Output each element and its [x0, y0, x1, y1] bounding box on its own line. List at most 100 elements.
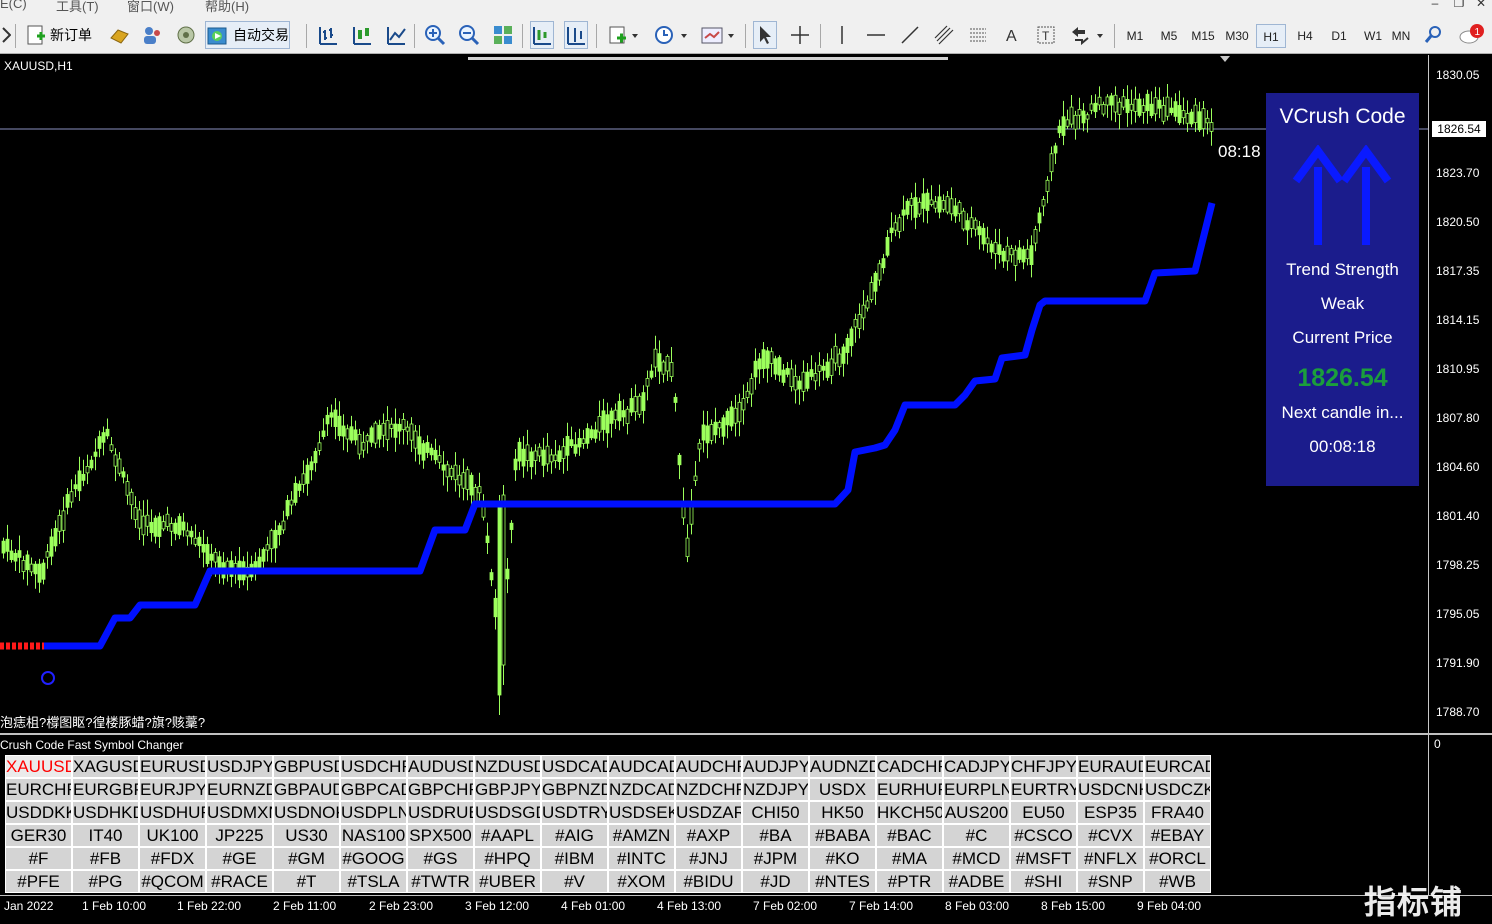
minimize-icon[interactable]: –	[1424, 0, 1446, 12]
symbol-button[interactable]: #GOOG	[340, 847, 407, 870]
symbol-button[interactable]: #PFE	[5, 870, 72, 893]
symbol-button[interactable]: USDRUB	[407, 801, 474, 824]
symbol-button[interactable]: #SNP	[1077, 870, 1144, 893]
symbol-button[interactable]: #F	[5, 847, 72, 870]
text-label-button[interactable]: T	[1034, 21, 1058, 49]
symbol-button[interactable]: SPX500	[407, 824, 474, 847]
symbol-button[interactable]: #JD	[742, 870, 809, 893]
symbol-button[interactable]: #BIDU	[675, 870, 742, 893]
symbol-button[interactable]: AUDJPY	[742, 755, 809, 778]
symbol-button[interactable]: EURTRY	[1010, 778, 1077, 801]
symbol-button[interactable]: HK50	[809, 801, 876, 824]
symbol-button[interactable]: ESP35	[1077, 801, 1144, 824]
symbol-button[interactable]: EURGBP	[72, 778, 139, 801]
symbol-button[interactable]: #ADBE	[943, 870, 1010, 893]
zoom-out-button[interactable]	[457, 21, 481, 49]
symbol-button[interactable]: #CVX	[1077, 824, 1144, 847]
symbol-button[interactable]: AUDCAD	[608, 755, 675, 778]
auto-trading-button[interactable]: 自动交易	[205, 21, 290, 49]
notifications-button[interactable]: 1	[1456, 21, 1488, 49]
menu-window[interactable]: 窗口(W)	[127, 0, 174, 15]
symbol-button[interactable]: UK100	[139, 824, 206, 847]
symbol-button[interactable]: #AMZN	[608, 824, 675, 847]
symbol-button[interactable]: AUS200	[943, 801, 1010, 824]
symbol-button[interactable]: EURCAD	[1144, 755, 1211, 778]
symbol-button[interactable]: #JPM	[742, 847, 809, 870]
symbol-button[interactable]: AUDNZD	[809, 755, 876, 778]
timeframe-m30[interactable]: M30	[1222, 24, 1252, 48]
symbol-button[interactable]: NZDCHF	[675, 778, 742, 801]
symbol-button[interactable]: US30	[273, 824, 340, 847]
symbol-button[interactable]: EURPLN	[943, 778, 1010, 801]
symbol-button[interactable]: CHI50	[742, 801, 809, 824]
symbol-button[interactable]: #V	[541, 870, 608, 893]
signals-button[interactable]	[140, 21, 164, 49]
symbol-button[interactable]: EU50	[1010, 801, 1077, 824]
symbol-button[interactable]: USDCZK	[1144, 778, 1211, 801]
arrows-button[interactable]	[1068, 21, 1106, 49]
symbol-button[interactable]: #FDX	[139, 847, 206, 870]
symbol-button[interactable]: #UBER	[474, 870, 541, 893]
symbol-button[interactable]: #KO	[809, 847, 876, 870]
symbol-button[interactable]: USDNOK	[273, 801, 340, 824]
price-chart[interactable]: XAUUSD,H1 08:18 (86%) H1 泡痣柤?橕图眍?徨楼豚蜡?旗?…	[0, 55, 1492, 733]
symbol-button[interactable]: #ORCL	[1144, 847, 1211, 870]
symbol-button[interactable]: NAS100	[340, 824, 407, 847]
symbol-button[interactable]: CADCHF	[876, 755, 943, 778]
fibonacci-button[interactable]	[966, 21, 990, 49]
symbol-button[interactable]: NZDCAD	[608, 778, 675, 801]
text-button[interactable]: A	[1000, 21, 1024, 49]
symbol-button[interactable]: #AXP	[675, 824, 742, 847]
restore-icon[interactable]: ❐	[1448, 0, 1470, 12]
symbol-button[interactable]: EURUSD	[139, 755, 206, 778]
symbol-button[interactable]: USDZAR	[675, 801, 742, 824]
equidistant-channel-button[interactable]	[932, 21, 956, 49]
symbol-button[interactable]: #INTC	[608, 847, 675, 870]
symbol-button[interactable]: #PTR	[876, 870, 943, 893]
symbol-button[interactable]: GBPCAD	[340, 778, 407, 801]
timeframe-m1[interactable]: M1	[1120, 24, 1150, 48]
symbol-button[interactable]: XAUUSD	[5, 755, 72, 778]
symbol-button[interactable]: #C	[943, 824, 1010, 847]
symbol-button[interactable]: FRA40	[1144, 801, 1211, 824]
symbol-button[interactable]: #QCOM	[139, 870, 206, 893]
vertical-line-button[interactable]	[830, 21, 854, 49]
symbol-button[interactable]: #TSLA	[340, 870, 407, 893]
terminal-button[interactable]	[174, 21, 198, 49]
symbol-button[interactable]: #NTES	[809, 870, 876, 893]
symbol-button[interactable]: #GE	[206, 847, 273, 870]
symbol-button[interactable]: USDJPY	[206, 755, 273, 778]
bar-chart-button[interactable]	[316, 21, 340, 49]
symbol-button[interactable]: USDTRY	[541, 801, 608, 824]
chart-shift-button[interactable]	[564, 21, 588, 49]
market-watch-button[interactable]	[107, 21, 131, 49]
symbol-button[interactable]: #SHI	[1010, 870, 1077, 893]
menu-help[interactable]: 帮助(H)	[205, 0, 249, 15]
symbol-button[interactable]: GBPJPY	[474, 778, 541, 801]
zoom-in-button[interactable]	[423, 21, 447, 49]
symbol-button[interactable]: AUDUSD	[407, 755, 474, 778]
arrow-icon[interactable]	[0, 21, 12, 49]
timeframe-h1[interactable]: H1	[1256, 24, 1286, 48]
timeframe-h4[interactable]: H4	[1290, 24, 1320, 48]
symbol-button[interactable]: USDHUF	[139, 801, 206, 824]
symbol-button[interactable]: #GS	[407, 847, 474, 870]
symbol-button[interactable]: USDX	[809, 778, 876, 801]
symbol-button[interactable]: #CSCO	[1010, 824, 1077, 847]
symbol-button[interactable]: #MCD	[943, 847, 1010, 870]
symbol-button[interactable]: #NFLX	[1077, 847, 1144, 870]
symbol-button[interactable]: #AAPL	[474, 824, 541, 847]
symbol-button[interactable]: #MSFT	[1010, 847, 1077, 870]
symbol-button[interactable]: #BAC	[876, 824, 943, 847]
menu-tools[interactable]: 工具(T)	[56, 0, 99, 15]
symbol-button[interactable]: HKCH50	[876, 801, 943, 824]
symbol-button[interactable]: JP225	[206, 824, 273, 847]
line-chart-button[interactable]	[384, 21, 408, 49]
periods-button[interactable]	[652, 21, 690, 49]
symbol-button[interactable]: USDMXN	[206, 801, 273, 824]
symbol-button[interactable]: NZDUSD	[474, 755, 541, 778]
symbol-button[interactable]: EURHUF	[876, 778, 943, 801]
symbol-button[interactable]: USDCAD	[541, 755, 608, 778]
symbol-button[interactable]: CHFJPY	[1010, 755, 1077, 778]
cursor-button[interactable]	[753, 21, 777, 49]
